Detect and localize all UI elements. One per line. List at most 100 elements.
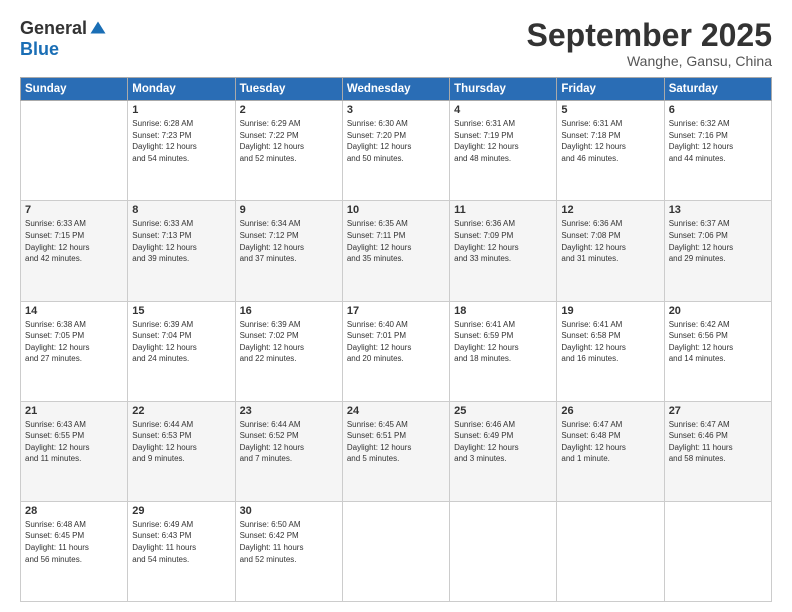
table-row: 28 Sunrise: 6:48 AM Sunset: 6:45 PM Dayli… <box>21 501 128 601</box>
day-info: Sunrise: 6:40 AM Sunset: 7:01 PM Dayligh… <box>347 319 445 365</box>
table-row: 17 Sunrise: 6:40 AM Sunset: 7:01 PM Dayli… <box>342 301 449 401</box>
day-info: Sunrise: 6:37 AM Sunset: 7:06 PM Dayligh… <box>669 218 767 264</box>
month-title: September 2025 <box>527 18 772 53</box>
day-info: Sunrise: 6:43 AM Sunset: 6:55 PM Dayligh… <box>25 419 123 465</box>
table-row: 11 Sunrise: 6:36 AM Sunset: 7:09 PM Dayli… <box>450 201 557 301</box>
calendar-week-row: 28 Sunrise: 6:48 AM Sunset: 6:45 PM Dayli… <box>21 501 772 601</box>
day-number: 29 <box>132 505 230 517</box>
table-row: 13 Sunrise: 6:37 AM Sunset: 7:06 PM Dayli… <box>664 201 771 301</box>
logo-icon <box>89 20 107 38</box>
col-thursday: Thursday <box>450 78 557 101</box>
table-row: 16 Sunrise: 6:39 AM Sunset: 7:02 PM Dayli… <box>235 301 342 401</box>
col-monday: Monday <box>128 78 235 101</box>
table-row <box>21 101 128 201</box>
day-number: 5 <box>561 104 659 116</box>
day-number: 26 <box>561 405 659 417</box>
day-number: 22 <box>132 405 230 417</box>
day-info: Sunrise: 6:38 AM Sunset: 7:05 PM Dayligh… <box>25 319 123 365</box>
day-number: 3 <box>347 104 445 116</box>
table-row: 1Sunrise: 6:28 AM Sunset: 7:23 PM Daylig… <box>128 101 235 201</box>
day-number: 2 <box>240 104 338 116</box>
table-row <box>342 501 449 601</box>
day-number: 16 <box>240 305 338 317</box>
table-row: 9 Sunrise: 6:34 AM Sunset: 7:12 PM Daylig… <box>235 201 342 301</box>
calendar-week-row: 21 Sunrise: 6:43 AM Sunset: 6:55 PM Dayli… <box>21 401 772 501</box>
day-info: Sunrise: 6:36 AM Sunset: 7:09 PM Dayligh… <box>454 218 552 264</box>
day-number: 23 <box>240 405 338 417</box>
day-info: Sunrise: 6:44 AM Sunset: 6:53 PM Dayligh… <box>132 419 230 465</box>
logo-blue: Blue <box>20 39 59 60</box>
table-row: 10Sunrise: 6:35 AM Sunset: 7:11 PM Dayli… <box>342 201 449 301</box>
col-sunday: Sunday <box>21 78 128 101</box>
day-info: Sunrise: 6:39 AM Sunset: 7:02 PM Dayligh… <box>240 319 338 365</box>
day-info: Sunrise: 6:46 AM Sunset: 6:49 PM Dayligh… <box>454 419 552 465</box>
day-number: 7 <box>25 204 123 216</box>
day-number: 30 <box>240 505 338 517</box>
day-number: 17 <box>347 305 445 317</box>
day-info: Sunrise: 6:29 AM Sunset: 7:22 PM Dayligh… <box>240 118 338 164</box>
day-number: 21 <box>25 405 123 417</box>
day-info: Sunrise: 6:35 AM Sunset: 7:11 PM Dayligh… <box>347 218 445 264</box>
day-number: 27 <box>669 405 767 417</box>
day-info: Sunrise: 6:31 AM Sunset: 7:18 PM Dayligh… <box>561 118 659 164</box>
col-tuesday: Tuesday <box>235 78 342 101</box>
day-number: 14 <box>25 305 123 317</box>
col-friday: Friday <box>557 78 664 101</box>
table-row <box>450 501 557 601</box>
day-number: 11 <box>454 204 552 216</box>
day-number: 15 <box>132 305 230 317</box>
day-info: Sunrise: 6:39 AM Sunset: 7:04 PM Dayligh… <box>132 319 230 365</box>
table-row: 5 Sunrise: 6:31 AM Sunset: 7:18 PM Daylig… <box>557 101 664 201</box>
day-number: 24 <box>347 405 445 417</box>
day-info: Sunrise: 6:49 AM Sunset: 6:43 PM Dayligh… <box>132 519 230 565</box>
day-number: 19 <box>561 305 659 317</box>
day-info: Sunrise: 6:31 AM Sunset: 7:19 PM Dayligh… <box>454 118 552 164</box>
table-row: 27 Sunrise: 6:47 AM Sunset: 6:46 PM Dayli… <box>664 401 771 501</box>
day-info: Sunrise: 6:50 AM Sunset: 6:42 PM Dayligh… <box>240 519 338 565</box>
day-number: 8 <box>132 204 230 216</box>
day-info: Sunrise: 6:42 AM Sunset: 6:56 PM Dayligh… <box>669 319 767 365</box>
day-info: Sunrise: 6:30 AM Sunset: 7:20 PM Dayligh… <box>347 118 445 164</box>
calendar-header-row: Sunday Monday Tuesday Wednesday Thursday… <box>21 78 772 101</box>
day-info: Sunrise: 6:47 AM Sunset: 6:48 PM Dayligh… <box>561 419 659 465</box>
col-saturday: Saturday <box>664 78 771 101</box>
day-info: Sunrise: 6:47 AM Sunset: 6:46 PM Dayligh… <box>669 419 767 465</box>
day-number: 28 <box>25 505 123 517</box>
col-wednesday: Wednesday <box>342 78 449 101</box>
table-row <box>557 501 664 601</box>
day-number: 1 <box>132 104 230 116</box>
calendar-week-row: 14 Sunrise: 6:38 AM Sunset: 7:05 PM Dayli… <box>21 301 772 401</box>
table-row: 6 Sunrise: 6:32 AM Sunset: 7:16 PM Daylig… <box>664 101 771 201</box>
day-info: Sunrise: 6:48 AM Sunset: 6:45 PM Dayligh… <box>25 519 123 565</box>
day-number: 6 <box>669 104 767 116</box>
table-row: 23Sunrise: 6:44 AM Sunset: 6:52 PM Dayli… <box>235 401 342 501</box>
table-row: 18Sunrise: 6:41 AM Sunset: 6:59 PM Dayli… <box>450 301 557 401</box>
table-row: 14 Sunrise: 6:38 AM Sunset: 7:05 PM Dayli… <box>21 301 128 401</box>
table-row: 22 Sunrise: 6:44 AM Sunset: 6:53 PM Dayli… <box>128 401 235 501</box>
table-row: 3 Sunrise: 6:30 AM Sunset: 7:20 PM Daylig… <box>342 101 449 201</box>
location: Wanghe, Gansu, China <box>527 53 772 69</box>
day-info: Sunrise: 6:34 AM Sunset: 7:12 PM Dayligh… <box>240 218 338 264</box>
table-row: 29 Sunrise: 6:49 AM Sunset: 6:43 PM Dayli… <box>128 501 235 601</box>
table-row: 2 Sunrise: 6:29 AM Sunset: 7:22 PM Daylig… <box>235 101 342 201</box>
day-number: 13 <box>669 204 767 216</box>
logo: General Blue <box>20 18 107 60</box>
day-number: 12 <box>561 204 659 216</box>
day-number: 18 <box>454 305 552 317</box>
table-row: 12 Sunrise: 6:36 AM Sunset: 7:08 PM Dayli… <box>557 201 664 301</box>
table-row: 30 Sunrise: 6:50 AM Sunset: 6:42 PM Dayli… <box>235 501 342 601</box>
day-info: Sunrise: 6:41 AM Sunset: 6:58 PM Dayligh… <box>561 319 659 365</box>
table-row: 8Sunrise: 6:33 AM Sunset: 7:13 PM Daylig… <box>128 201 235 301</box>
day-number: 9 <box>240 204 338 216</box>
day-info: Sunrise: 6:36 AM Sunset: 7:08 PM Dayligh… <box>561 218 659 264</box>
table-row: 4 Sunrise: 6:31 AM Sunset: 7:19 PM Daylig… <box>450 101 557 201</box>
day-info: Sunrise: 6:32 AM Sunset: 7:16 PM Dayligh… <box>669 118 767 164</box>
header: General Blue September 2025 Wanghe, Gans… <box>20 18 772 69</box>
table-row: 15 Sunrise: 6:39 AM Sunset: 7:04 PM Dayli… <box>128 301 235 401</box>
calendar-table: Sunday Monday Tuesday Wednesday Thursday… <box>20 77 772 602</box>
day-number: 4 <box>454 104 552 116</box>
day-number: 25 <box>454 405 552 417</box>
table-row: 7Sunrise: 6:33 AM Sunset: 7:15 PM Daylig… <box>21 201 128 301</box>
logo-general: General <box>20 18 87 39</box>
day-number: 20 <box>669 305 767 317</box>
